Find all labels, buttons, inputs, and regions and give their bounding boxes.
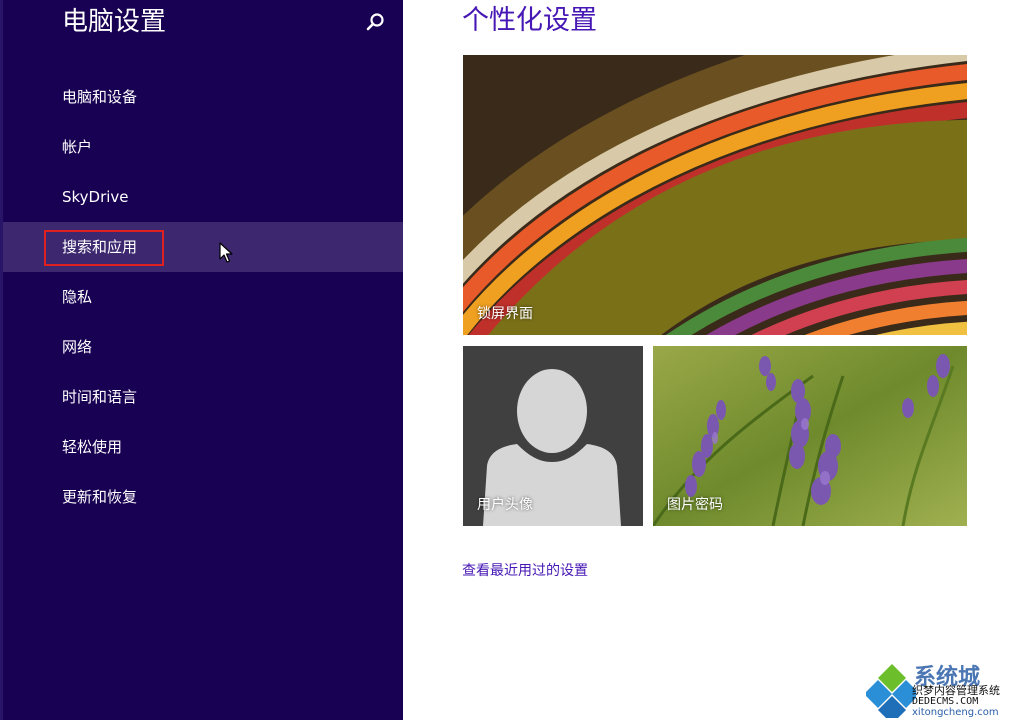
picture-password-label: 图片密码 xyxy=(667,497,723,513)
sidebar: 电脑设置 电脑和设备 帐户 SkyDrive 搜索和应用 隐私 网络 时间和语言 xyxy=(0,0,403,720)
sidebar-item-label: 网络 xyxy=(62,338,93,356)
account-picture-tile[interactable]: 用户头像 xyxy=(463,346,643,526)
page-title: 个性化设置 xyxy=(462,5,597,36)
recent-settings-link[interactable]: 查看最近用过的设置 xyxy=(462,560,588,582)
sidebar-item-time-and-language[interactable]: 时间和语言 xyxy=(3,372,403,422)
watermark: 系统城 织梦内容管理系统 DEDECMS.COM xitongcheng.com xyxy=(864,662,1022,722)
search-icon xyxy=(366,13,384,31)
account-picture-label: 用户头像 xyxy=(477,497,533,513)
sidebar-item-privacy[interactable]: 隐私 xyxy=(3,272,403,322)
lock-screen-label: 锁屏界面 xyxy=(477,306,533,322)
sidebar-item-label: 轻松使用 xyxy=(62,438,123,456)
sidebar-item-pc-and-devices[interactable]: 电脑和设备 xyxy=(3,72,403,122)
sidebar-item-label: SkyDrive xyxy=(62,188,129,206)
sidebar-item-ease-of-access[interactable]: 轻松使用 xyxy=(3,422,403,472)
sidebar-item-update-and-recovery[interactable]: 更新和恢复 xyxy=(3,472,403,522)
sidebar-nav: 电脑和设备 帐户 SkyDrive 搜索和应用 隐私 网络 时间和语言 轻松使用… xyxy=(3,72,403,522)
mouse-cursor-icon xyxy=(219,242,233,263)
lock-screen-tile[interactable]: 锁屏界面 xyxy=(463,55,967,335)
sidebar-item-network[interactable]: 网络 xyxy=(3,322,403,372)
lock-screen-image xyxy=(463,55,967,335)
sidebar-title: 电脑设置 xyxy=(62,7,167,37)
sidebar-item-accounts[interactable]: 帐户 xyxy=(3,122,403,172)
search-button[interactable] xyxy=(363,10,387,34)
sidebar-item-label: 隐私 xyxy=(62,288,93,306)
sidebar-item-search-and-apps[interactable]: 搜索和应用 xyxy=(3,222,403,272)
watermark-logo xyxy=(864,664,920,722)
sidebar-item-label: 帐户 xyxy=(62,138,93,156)
sidebar-item-label: 时间和语言 xyxy=(62,388,138,406)
watermark-domain: xitongcheng.com xyxy=(912,707,999,718)
sidebar-item-label: 搜索和应用 xyxy=(62,238,138,256)
sidebar-item-skydrive[interactable]: SkyDrive xyxy=(3,172,403,222)
sidebar-item-label: 更新和恢复 xyxy=(62,488,138,506)
sidebar-item-label: 电脑和设备 xyxy=(62,88,138,106)
picture-password-tile[interactable]: 图片密码 xyxy=(653,346,967,526)
